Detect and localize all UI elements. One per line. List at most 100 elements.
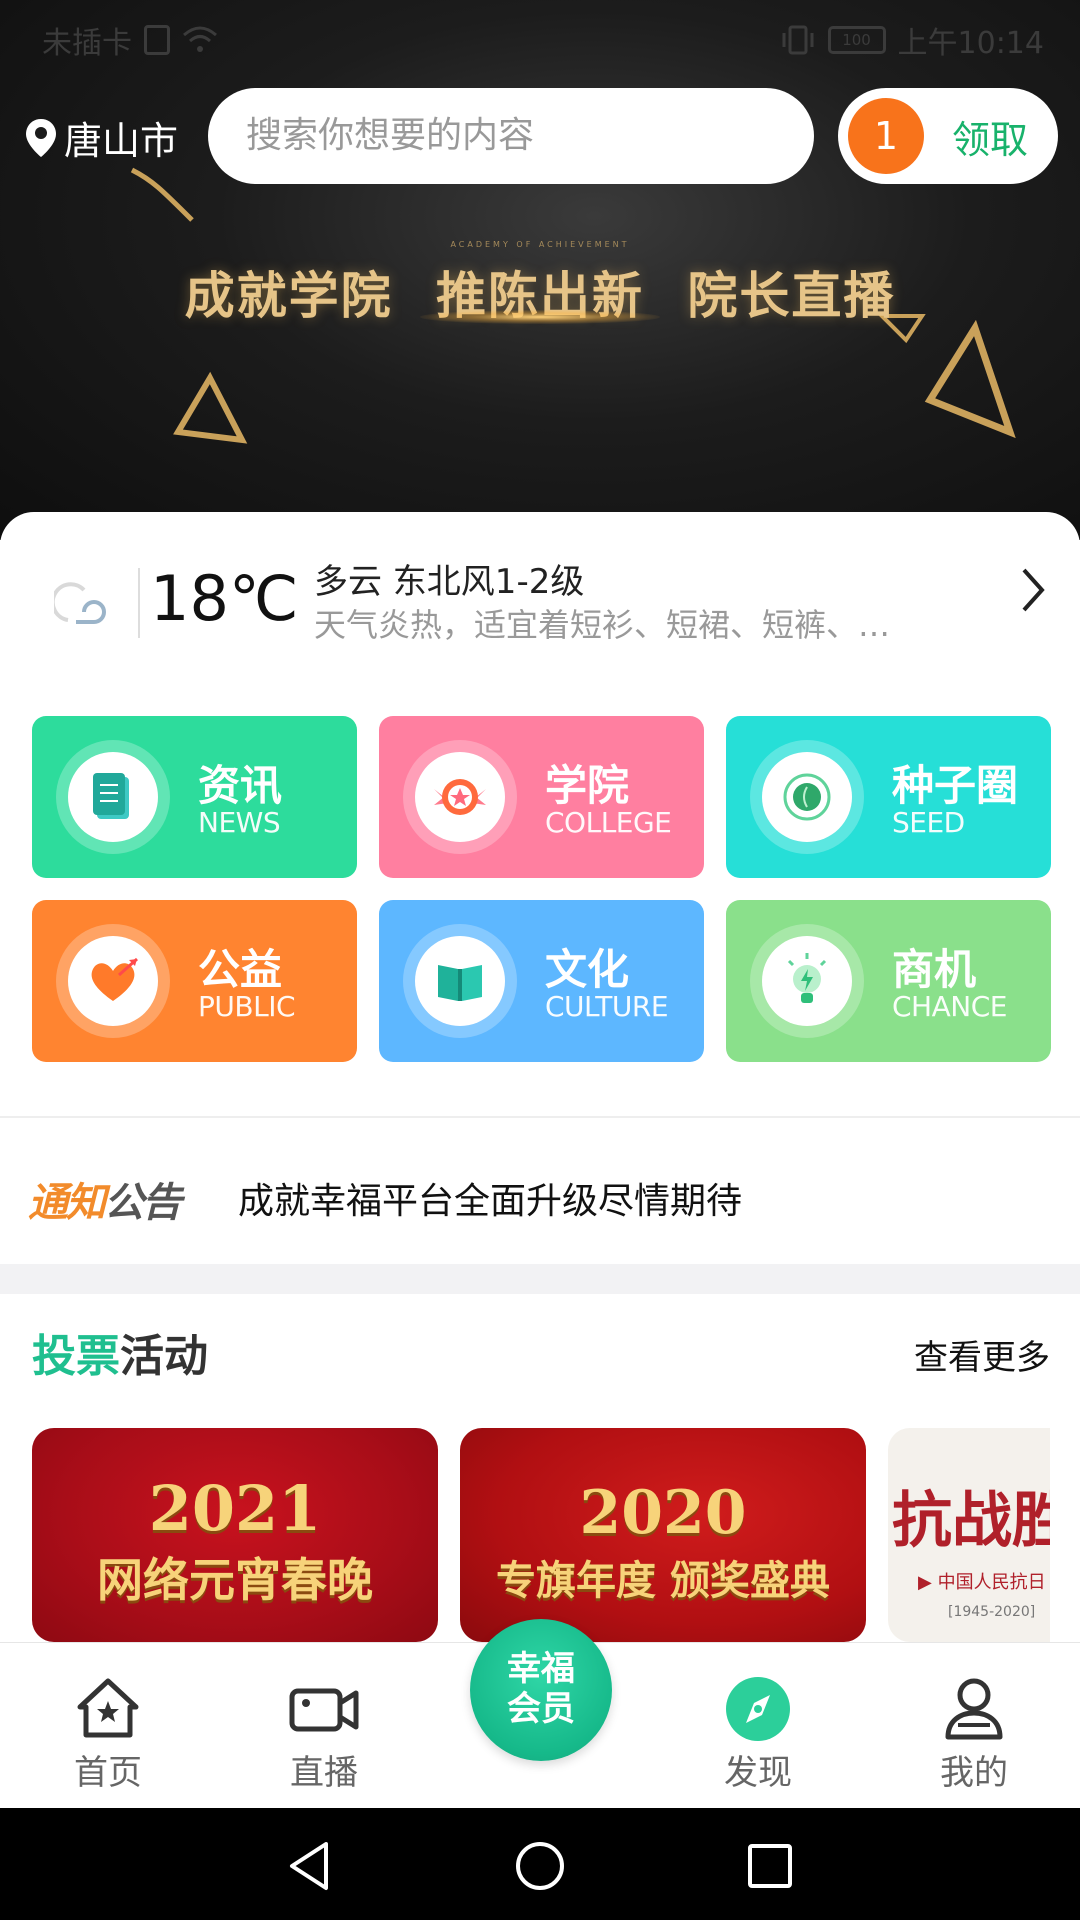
tile-subtitle: CULTURE — [545, 990, 669, 1023]
vote-card[interactable]: 2021 网络元宵春晚 — [32, 1428, 438, 1642]
tile-icon-bg — [762, 752, 852, 842]
tile-college[interactable]: 学院 COLLEGE — [379, 716, 704, 878]
gold-triangle-decoration — [924, 320, 1016, 439]
vibrate-icon — [782, 25, 814, 55]
weather-condition: 多云 东北风1-2级 — [314, 562, 585, 602]
vote-card-year: 2020 — [579, 1478, 747, 1548]
vote-carousel[interactable]: 2021 网络元宵春晚 2020 专旗年度 颁奖盛典 抗战胜 ▶ 中国人民抗日 … — [32, 1428, 1050, 1642]
tile-news[interactable]: 资讯 NEWS — [32, 716, 357, 878]
weather-widget[interactable]: 18℃ 多云 东北风1-2级 天气炎热，适宜着短衫、短裙、短裤、… — [0, 512, 1080, 692]
tile-subtitle: PUBLIC — [198, 990, 296, 1023]
tile-title: 种子圈 — [892, 761, 1019, 810]
tab-label: 我的 — [940, 1753, 1008, 1793]
vote-card-date: [1945-2020] — [948, 1604, 1036, 1620]
tile-title: 学院 — [545, 761, 630, 810]
back-icon[interactable] — [282, 1838, 338, 1894]
battery-icon: 100 — [827, 26, 886, 54]
top-bar: 唐山市 搜索你想要的内容 1 领取 — [0, 88, 1080, 184]
seed-icon — [783, 773, 831, 821]
tab-mine[interactable]: 我的 — [884, 1643, 1064, 1809]
lightbulb-icon — [787, 953, 827, 1003]
view-more-link[interactable]: 查看更多 — [914, 1330, 1050, 1379]
book-icon — [93, 773, 129, 819]
claim-button[interactable]: 1 领取 — [838, 88, 1058, 184]
notice-bar[interactable]: 通知公告 成就幸福平台全面升级尽情期待 — [0, 1118, 1080, 1264]
tile-chance[interactable]: 商机 CHANCE — [726, 900, 1051, 1062]
vote-card[interactable]: 2020 专旗年度 颁奖盛典 — [460, 1428, 866, 1642]
notice-tag-part2: 公告 — [104, 1180, 182, 1226]
tile-icon-ring — [750, 740, 864, 854]
compass-icon — [726, 1677, 790, 1741]
system-navigation-bar — [0, 1808, 1080, 1920]
tile-public[interactable]: 公益 PUBLIC — [32, 900, 357, 1062]
tile-subtitle: NEWS — [198, 806, 281, 839]
clock: 上午10:14 — [897, 26, 1044, 61]
search-input[interactable]: 搜索你想要的内容 — [208, 88, 814, 184]
open-book-icon — [438, 965, 482, 1001]
tile-culture[interactable]: 文化 CULTURE — [379, 900, 704, 1062]
tile-title: 资讯 — [198, 761, 283, 810]
tile-icon-ring — [56, 924, 170, 1038]
main-content: 18℃ 多云 东北风1-2级 天气炎热，适宜着短衫、短裙、短裤、… 资讯 NEW… — [0, 512, 1080, 1642]
tab-label: 直播 — [290, 1753, 358, 1793]
location-pin-icon — [26, 118, 56, 157]
vote-card-subtitle: ▶ 中国人民抗日 — [918, 1572, 1046, 1593]
badge-star-icon — [434, 779, 486, 815]
vote-title-part2: 活动 — [120, 1331, 208, 1382]
carrier-label: 未插卡 — [42, 26, 132, 61]
tile-icon-ring — [750, 924, 864, 1038]
weather-separator — [138, 568, 140, 638]
vote-card-title: 抗战胜 — [892, 1486, 1050, 1556]
tab-live[interactable]: 直播 — [234, 1643, 414, 1809]
tab-label: 发现 — [724, 1753, 792, 1793]
weather-tip: 天气炎热，适宜着短衫、短裙、短裤、… — [314, 606, 891, 644]
top-banner[interactable]: ACADEMY OF ACHIEVEMENT 成就学院 推陈出新 院长直播 未插… — [0, 0, 1080, 540]
vote-card-title: 专旗年度 颁奖盛典 — [496, 1557, 830, 1604]
vote-card[interactable]: 抗战胜 ▶ 中国人民抗日 [1945-2020] — [888, 1428, 1050, 1642]
tile-icon-ring — [403, 740, 517, 854]
chevron-right-icon[interactable] — [1016, 560, 1050, 620]
city-selector[interactable]: 唐山市 — [24, 110, 178, 165]
tab-label: 首页 — [74, 1753, 142, 1793]
banner-glow — [420, 310, 660, 324]
tile-title: 商机 — [892, 945, 977, 994]
gold-triangle-decoration — [173, 371, 248, 444]
status-bar: 未插卡 100 上午10:14 — [0, 0, 1080, 76]
vote-card-title: 网络元宵春晚 — [97, 1553, 373, 1607]
section-spacer — [0, 1264, 1080, 1294]
cloud-icon — [54, 582, 106, 624]
home-icon — [77, 1678, 139, 1738]
banner-tagline: ACADEMY OF ACHIEVEMENT — [450, 240, 630, 249]
notice-tag-part1: 通知 — [28, 1180, 106, 1226]
heart-arrow-icon — [91, 957, 138, 1001]
claim-count-badge: 1 — [848, 98, 924, 174]
member-center-button[interactable]: 幸福 会员 — [470, 1619, 612, 1761]
bottom-tab-bar: 首页 直播 幸福 会员 发现 我的 — [0, 1619, 1080, 1809]
tile-icon-bg — [415, 752, 505, 842]
recents-icon[interactable] — [742, 1838, 798, 1894]
tab-discover[interactable]: 发现 — [668, 1643, 848, 1809]
city-name: 唐山市 — [64, 119, 179, 163]
vote-card-year: 2021 — [148, 1472, 322, 1545]
tile-subtitle: SEED — [892, 806, 965, 839]
video-camera-icon — [289, 1688, 359, 1732]
tile-subtitle: COLLEGE — [545, 806, 672, 839]
home-circle-icon[interactable] — [512, 1838, 568, 1894]
member-label-line2: 会员 — [507, 1689, 575, 1729]
weather-temperature: 18℃ — [150, 562, 299, 635]
sim-alert-icon — [144, 25, 170, 55]
tile-subtitle: CHANCE — [892, 990, 1007, 1023]
tile-icon-bg — [415, 936, 505, 1026]
tab-home[interactable]: 首页 — [18, 1643, 198, 1809]
claim-label: 领取 — [952, 117, 1029, 162]
vote-section-title: 投票活动 — [32, 1320, 208, 1384]
tile-icon-ring — [56, 740, 170, 854]
tile-title: 文化 — [545, 945, 630, 994]
member-label-line1: 幸福 — [507, 1649, 575, 1689]
vote-section-header: 投票活动 查看更多 — [0, 1320, 1080, 1390]
tile-icon-bg — [68, 936, 158, 1026]
tile-seed[interactable]: 种子圈 SEED — [726, 716, 1051, 878]
user-icon — [945, 1678, 1003, 1740]
notice-tag: 通知公告 — [28, 1170, 182, 1228]
tile-icon-ring — [403, 924, 517, 1038]
